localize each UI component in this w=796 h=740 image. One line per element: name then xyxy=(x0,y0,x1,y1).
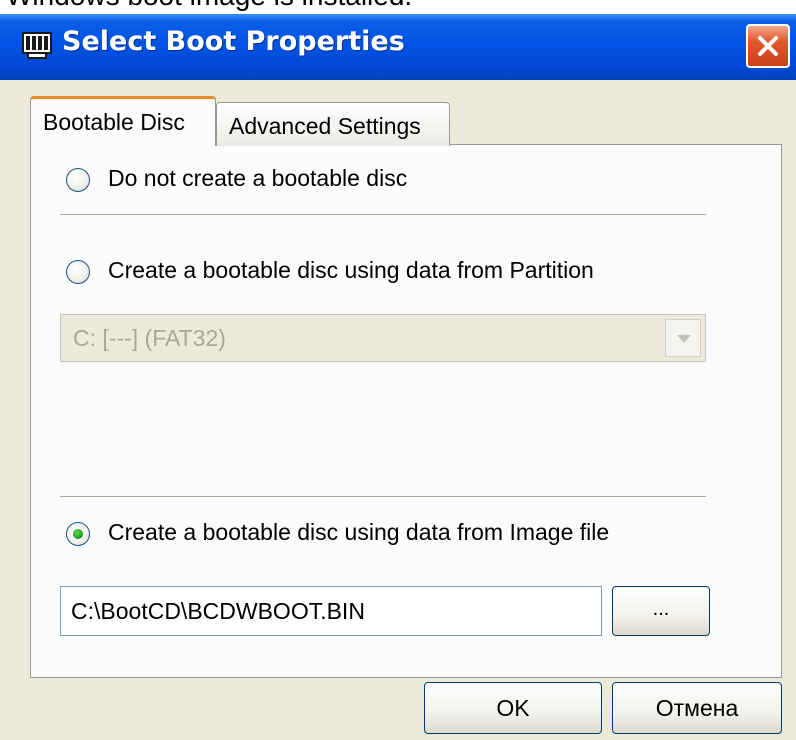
dropdown-button[interactable] xyxy=(665,319,701,357)
tab-bootable-disc[interactable]: Bootable Disc xyxy=(30,96,216,146)
background-window-strip: Windows boot image is installed. xyxy=(0,0,796,14)
close-button[interactable] xyxy=(746,24,790,68)
cancel-button[interactable]: Отмена xyxy=(612,682,782,734)
radio-image-file[interactable] xyxy=(66,522,90,546)
browse-button[interactable]: ... xyxy=(612,586,710,636)
option-image-file-label: Create a bootable disc using data from I… xyxy=(108,519,610,545)
app-window-icon xyxy=(20,28,54,62)
radio-partition[interactable] xyxy=(66,260,90,284)
select-boot-properties-dialog: Select Boot Properties Bootable Disc Adv… xyxy=(0,14,796,740)
radio-no-boot[interactable] xyxy=(66,168,90,192)
option-no-boot-label: Do not create a bootable disc xyxy=(108,165,408,191)
image-path-input[interactable] xyxy=(60,586,602,636)
chevron-down-icon xyxy=(677,335,691,343)
partition-select-value: C: [---] (FAT32) xyxy=(73,325,226,351)
close-icon xyxy=(758,36,778,56)
partition-select[interactable]: C: [---] (FAT32) xyxy=(60,314,706,362)
tab-label: Advanced Settings xyxy=(229,113,421,139)
title-bar[interactable]: Select Boot Properties xyxy=(0,14,796,80)
background-text: Windows boot image is installed. xyxy=(6,0,412,12)
separator xyxy=(60,496,706,498)
separator xyxy=(60,214,706,216)
tab-advanced-settings[interactable]: Advanced Settings xyxy=(216,102,450,146)
window-title: Select Boot Properties xyxy=(62,26,405,57)
tab-label: Bootable Disc xyxy=(43,109,185,135)
ok-button[interactable]: OK xyxy=(424,682,602,734)
option-partition-label: Create a bootable disc using data from P… xyxy=(108,257,594,283)
